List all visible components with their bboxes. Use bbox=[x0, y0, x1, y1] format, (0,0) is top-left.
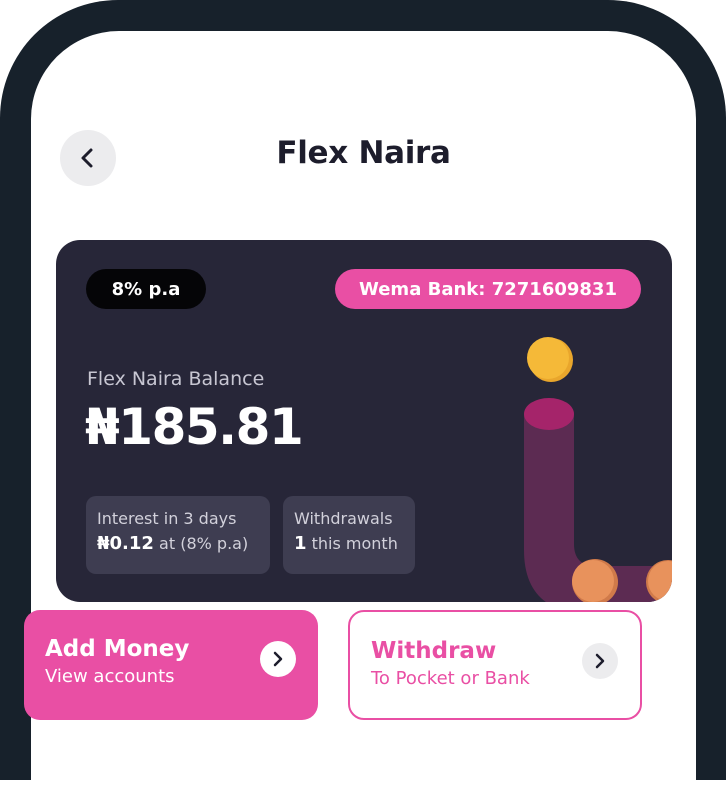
withdrawals-stat: Withdrawals 1 this month bbox=[283, 496, 415, 574]
interest-value: ₦0.12 at (8% p.a) bbox=[97, 533, 270, 554]
interest-rate-badge: 8% p.a bbox=[86, 269, 206, 309]
withdraw-title: Withdraw bbox=[371, 638, 497, 664]
balance-card: 8% p.a Wema Bank: 7271609831 Flex Naira … bbox=[56, 240, 672, 602]
balance-amount: ₦185.81 bbox=[85, 398, 304, 456]
chevron-right-icon bbox=[273, 651, 283, 667]
add-money-arrow[interactable] bbox=[260, 641, 296, 677]
interest-label: Interest in 3 days bbox=[97, 509, 237, 528]
add-money-subtitle: View accounts bbox=[45, 666, 175, 687]
balance-label: Flex Naira Balance bbox=[87, 368, 265, 390]
withdraw-button[interactable]: Withdraw To Pocket or Bank bbox=[348, 610, 642, 720]
withdrawals-count: 1 bbox=[294, 533, 307, 554]
page-title: Flex Naira bbox=[276, 135, 451, 171]
withdrawals-value: 1 this month bbox=[294, 533, 415, 554]
interest-amount: ₦0.12 bbox=[97, 533, 154, 554]
interest-stat: Interest in 3 days ₦0.12 at (8% p.a) bbox=[86, 496, 270, 574]
chevron-right-icon bbox=[595, 653, 605, 669]
add-money-title: Add Money bbox=[45, 636, 190, 662]
coin-slot-illustration bbox=[524, 337, 672, 602]
bank-account-badge[interactable]: Wema Bank: 7271609831 bbox=[335, 269, 641, 309]
interest-note: at (8% p.a) bbox=[159, 534, 249, 553]
withdraw-arrow[interactable] bbox=[582, 643, 618, 679]
withdrawals-note: this month bbox=[311, 534, 398, 553]
withdraw-subtitle: To Pocket or Bank bbox=[371, 668, 530, 689]
add-money-button[interactable]: Add Money View accounts bbox=[24, 610, 318, 720]
withdrawals-label: Withdrawals bbox=[294, 509, 393, 528]
